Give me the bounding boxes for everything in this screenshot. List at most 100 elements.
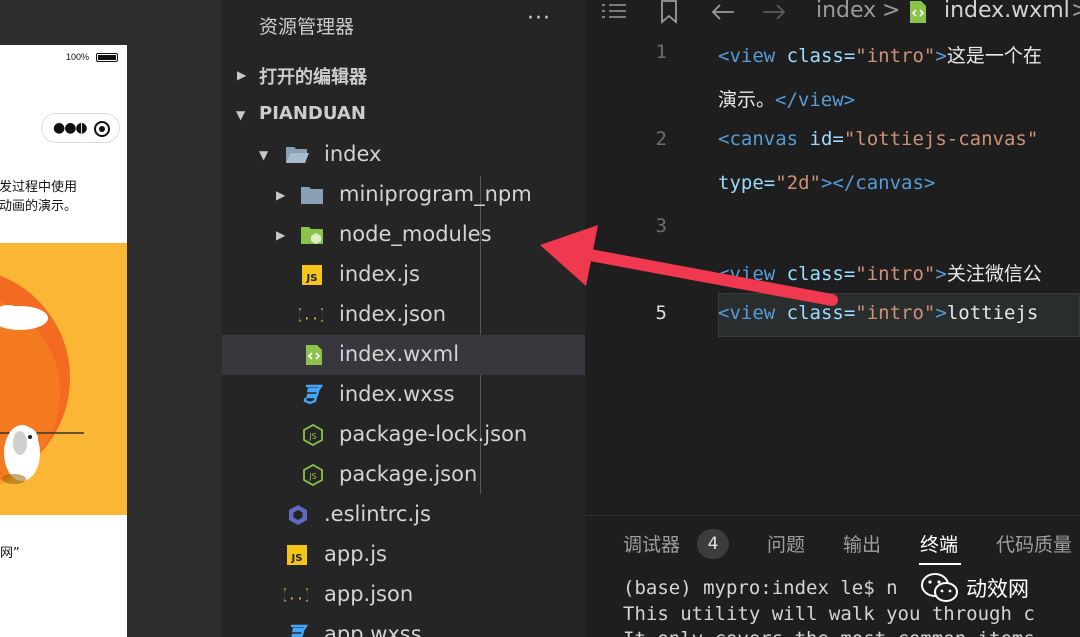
lottie-animation-canvas [0, 243, 127, 515]
svg-text:JS: JS [291, 553, 303, 564]
line-number: 3 [655, 215, 667, 237]
simulator-panel: 100% ●●● 发过程中使用 动画的演示。 网” [0, 0, 222, 637]
tree-item-package-lock-json[interactable]: JS package-lock.json [222, 415, 585, 455]
json-file-icon: {..} [284, 588, 308, 604]
code-line[interactable]: <canvas id="lottiejs-canvas" [718, 128, 1038, 150]
tree-item-package-json[interactable]: JS package.json [222, 455, 585, 495]
tree-item-index-folder[interactable]: ▼ index [222, 135, 585, 175]
code-token: ></canvas> [820, 172, 936, 194]
tree-item-index-wxml[interactable]: index.wxml [222, 335, 585, 375]
tree-item-label: miniprogram_npm [339, 182, 532, 206]
chevron-right-icon: ▶ [237, 68, 247, 82]
node-folder-icon [301, 227, 323, 244]
explorer-title: 资源管理器 [259, 16, 355, 38]
tree-item-label: app.json [324, 582, 414, 606]
code-token: > [935, 302, 947, 324]
code-line-wrap[interactable]: type="2d"></canvas> [718, 172, 935, 194]
miniprogram-capsule[interactable]: ●●● [41, 113, 120, 143]
svg-text:JS: JS [308, 472, 316, 481]
code-token: > [935, 263, 947, 285]
intro-text-line1: 发过程中使用 [0, 180, 77, 195]
code-token: "2d" [775, 172, 821, 194]
eslint-icon [289, 505, 307, 525]
js-file-icon: JS [287, 545, 307, 565]
code-token: class= [786, 263, 856, 285]
tree-item-index-json[interactable]: {..} index.json [222, 295, 585, 335]
tree-item-label: index.wxss [339, 382, 455, 406]
line-number: 5 [655, 302, 667, 324]
tree-item-app-json[interactable]: {..} app.json [222, 575, 585, 615]
tree-item-label: .eslintrc.js [324, 502, 431, 526]
breadcrumb-folder[interactable]: index [816, 0, 876, 23]
tree-item-index-js[interactable]: JS index.js [222, 255, 585, 295]
debugger-count-badge: 4 [697, 529, 729, 559]
editor-toolbar: index > index.wxml > [585, 0, 1080, 30]
open-editors-section[interactable]: ▶ 打开的编辑器 [222, 55, 585, 95]
css-file-icon [303, 384, 324, 405]
tab-terminal[interactable]: 终端 [920, 530, 958, 557]
code-line[interactable]: <view class="intro">关注微信公 [718, 259, 1042, 286]
watermark: 动效网 [920, 567, 1080, 607]
tree-item-app-wxss[interactable]: app.wxss [222, 615, 585, 637]
code-line[interactable]: <view class="intro">这是一个在 [718, 41, 1042, 68]
tree-item-node-modules[interactable]: ▶ node_modules [222, 215, 585, 255]
outline-list-icon[interactable] [601, 2, 627, 22]
back-arrow-icon[interactable] [710, 2, 736, 22]
tab-output[interactable]: 输出 [843, 530, 881, 557]
chevron-right-icon: ▶ [276, 228, 286, 242]
css-file-icon [291, 624, 309, 637]
svg-text:JS: JS [306, 273, 318, 284]
more-actions-icon[interactable]: ··· [527, 6, 551, 31]
node-json-icon: JS [303, 424, 323, 446]
tree-item-label: app.js [324, 542, 387, 566]
tree-item-label: index.wxml [339, 342, 460, 366]
terminal-line: It only covers the most common items [623, 628, 1035, 637]
breadcrumb-separator: > [1071, 0, 1080, 23]
tab-problems[interactable]: 问题 [767, 530, 805, 557]
tab-debugger[interactable]: 调试器 [623, 530, 680, 557]
code-token: 这是一个在 [946, 45, 1042, 67]
forward-arrow-icon[interactable] [761, 2, 787, 22]
tree-item-label: app.wxss [324, 622, 422, 637]
code-token: <view [718, 45, 787, 67]
tree-item-app-js[interactable]: JS app.js [222, 535, 585, 575]
explorer-sidebar: 资源管理器 ··· ▶ 打开的编辑器 ▼ PIANDUAN ▼ index ▶ … [222, 0, 585, 637]
wxml-file-icon [306, 345, 322, 365]
battery-icon [96, 53, 118, 62]
code-token: <canvas [718, 128, 810, 150]
breadcrumb-file[interactable]: index.wxml [944, 0, 1070, 23]
code-token: 演示。 [718, 89, 776, 111]
code-token: "lottiejs-canvas" [843, 128, 1039, 150]
phone-preview: 100% ●●● 发过程中使用 动画的演示。 网” [0, 45, 127, 637]
battery-text: 100% [66, 52, 90, 62]
code-line-wrap[interactable]: 演示。</view> [718, 85, 855, 112]
close-target-icon[interactable] [94, 121, 110, 137]
code-line[interactable]: <view class="intro">lottiejs [718, 302, 1038, 324]
tree-item-index-wxss[interactable]: index.wxss [222, 375, 585, 415]
tree-item-label: index.js [339, 262, 420, 286]
svg-text:{..}: {..} [284, 588, 308, 604]
tree-item-label: index [324, 142, 382, 166]
code-token: type= [718, 172, 776, 194]
tree-item-miniprogram-npm[interactable]: ▶ miniprogram_npm [222, 175, 585, 215]
wxml-file-icon [910, 1, 926, 23]
code-token: id= [809, 128, 844, 150]
tree-item-label: package.json [339, 462, 478, 486]
tab-code-quality[interactable]: 代码质量 [996, 530, 1072, 557]
node-json-icon: JS [303, 464, 323, 486]
bookmark-icon[interactable] [659, 0, 679, 24]
terminal-line: (base) mypro:index le$ n [623, 577, 898, 599]
project-label: PIANDUAN [259, 103, 366, 124]
project-section[interactable]: ▼ PIANDUAN [222, 95, 585, 135]
open-editors-label: 打开的编辑器 [259, 67, 367, 88]
chevron-down-icon: ▼ [259, 148, 269, 162]
json-file-icon: {..} [299, 308, 323, 324]
svg-text:{..}: {..} [299, 308, 323, 324]
tree-item-eslintrc[interactable]: .eslintrc.js [222, 495, 585, 535]
folder-open-icon [286, 147, 309, 163]
tree-item-label: package-lock.json [339, 422, 528, 446]
tree-item-label: index.json [339, 302, 447, 326]
js-file-icon: JS [302, 265, 322, 285]
code-token: "intro" [855, 302, 936, 324]
code-token: 关注微信公 [946, 263, 1042, 285]
